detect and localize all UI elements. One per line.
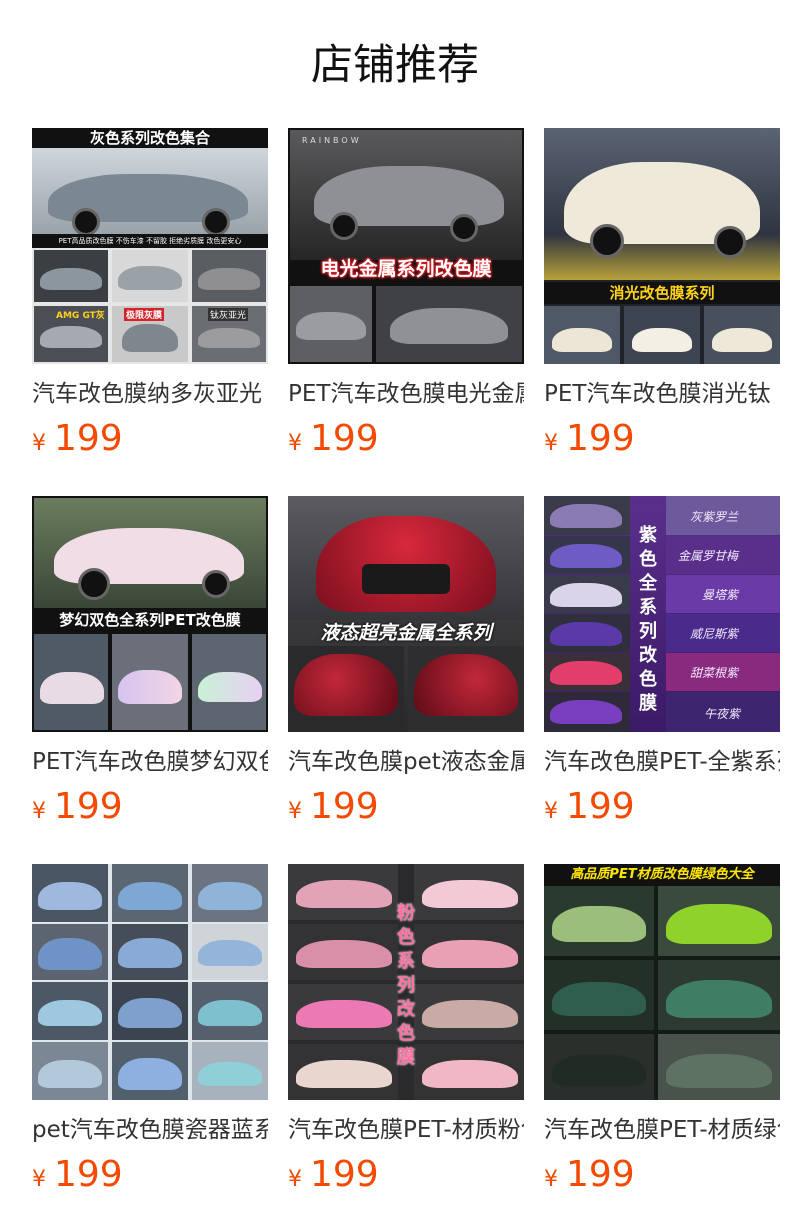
currency-symbol: ¥ (544, 1167, 558, 1192)
product-row: pet汽车改色膜瓷器蓝系列 ¥ 199 粉色 (32, 864, 780, 1232)
price-amount: 199 (310, 418, 379, 459)
product-image[interactable]: 消光改色膜系列 (544, 128, 780, 364)
swatch-label: 曼塔紫 (702, 588, 739, 602)
product-card[interactable]: 紫色全系列改色膜 灰紫罗兰 金属罗甘梅 曼塔紫 威尼斯紫 甜菜根紫 午夜紫 汽车… (544, 496, 780, 864)
image-banner: 高品质PET材质改色膜绿色大全 (544, 864, 780, 886)
image-banner: 电光金属系列改色膜 (320, 258, 492, 280)
product-name[interactable]: pet汽车改色膜瓷器蓝系列 (32, 1112, 268, 1148)
swatch-label: 威尼斯紫 (690, 627, 739, 641)
product-image[interactable] (32, 864, 268, 1100)
swatch-label: 午夜紫 (704, 707, 741, 721)
product-card[interactable]: pet汽车改色膜瓷器蓝系列 ¥ 199 (32, 864, 268, 1232)
product-card[interactable]: RAINBOW 电光金属系列改色膜 PET汽车改色膜电光金属 ¥ 199 (288, 128, 524, 496)
product-card[interactable]: 高品质PET材质改色膜绿色大全 汽车改色膜PET-材质绿色 ¥ 199 (544, 864, 780, 1232)
product-row: 灰色系列改色集合 PET高品质改色膜 不伤车漆 不留胶 拒绝劣质膜 改色更安心 … (32, 128, 780, 496)
product-name[interactable]: PET汽车改色膜消光钛 (544, 376, 780, 412)
product-name[interactable]: 汽车改色膜PET-全紫系列 (544, 744, 780, 780)
product-name[interactable]: 汽车改色膜PET-材质粉色 (288, 1112, 524, 1148)
product-price: ¥ 199 (544, 416, 780, 462)
product-card[interactable]: 消光改色膜系列 PET汽车改色膜消光钛 ¥ 199 (544, 128, 780, 496)
product-name[interactable]: 汽车改色膜pet液态金属 (288, 744, 524, 780)
product-row: 梦幻双色全系列PET改色膜 PET汽车改色膜梦幻双色 ¥ 199 液态超亮金属全… (32, 496, 780, 864)
product-image[interactable]: 粉色系列改色膜 (288, 864, 524, 1100)
product-name[interactable]: 汽车改色膜PET-材质绿色 (544, 1112, 780, 1148)
currency-symbol: ¥ (544, 431, 558, 456)
price-amount: 199 (566, 418, 635, 459)
product-name[interactable]: 汽车改色膜纳多灰亚光 (32, 376, 268, 412)
product-image[interactable]: RAINBOW 电光金属系列改色膜 (288, 128, 524, 364)
price-amount: 199 (566, 786, 635, 827)
product-price: ¥ 199 (288, 1152, 524, 1198)
image-banner: 梦幻双色全系列PET改色膜 (32, 608, 268, 632)
product-image[interactable]: 高品质PET材质改色膜绿色大全 (544, 864, 780, 1100)
price-amount: 199 (54, 786, 123, 827)
image-subtitle: PET高品质改色膜 不伤车漆 不留胶 拒绝劣质膜 改色更安心 (32, 234, 268, 248)
section-title: 店铺推荐 (310, 40, 479, 89)
price-amount: 199 (566, 1154, 635, 1195)
currency-symbol: ¥ (32, 799, 46, 824)
product-name[interactable]: PET汽车改色膜梦幻双色 (32, 744, 268, 780)
currency-symbol: ¥ (288, 1167, 302, 1192)
product-price: ¥ 199 (32, 1152, 268, 1198)
product-image[interactable]: 梦幻双色全系列PET改色膜 (32, 496, 268, 732)
price-amount: 199 (310, 1154, 379, 1195)
product-price: ¥ 199 (32, 416, 268, 462)
product-image[interactable]: 液态超亮金属全系列 (288, 496, 524, 732)
product-price: ¥ 199 (544, 1152, 780, 1198)
image-tag: 钛灰亚光 (208, 308, 249, 321)
image-vertical-text: 紫色全系列改色膜 (639, 525, 657, 714)
store-recommendations-page: 店铺推荐 灰色系列改色集合 PET高品质改色膜 不伤车漆 不留胶 拒绝劣质膜 改… (0, 0, 790, 1232)
swatch-label: 甜菜根紫 (690, 666, 739, 680)
currency-symbol: ¥ (32, 1167, 46, 1192)
product-grid: 灰色系列改色集合 PET高品质改色膜 不伤车漆 不留胶 拒绝劣质膜 改色更安心 … (32, 128, 780, 1232)
product-price: ¥ 199 (288, 784, 524, 830)
image-banner: 灰色系列改色集合 (32, 128, 268, 148)
product-name[interactable]: PET汽车改色膜电光金属 (288, 376, 524, 412)
price-amount: 199 (54, 1154, 123, 1195)
product-price: ¥ 199 (288, 416, 524, 462)
swatch-label: 金属罗甘梅 (678, 549, 739, 563)
product-card[interactable]: 梦幻双色全系列PET改色膜 PET汽车改色膜梦幻双色 ¥ 199 (32, 496, 268, 864)
swatch-label: 灰紫罗兰 (690, 510, 739, 524)
product-image[interactable]: 灰色系列改色集合 PET高品质改色膜 不伤车漆 不留胶 拒绝劣质膜 改色更安心 … (32, 128, 268, 364)
product-price: ¥ 199 (32, 784, 268, 830)
product-image[interactable]: 紫色全系列改色膜 灰紫罗兰 金属罗甘梅 曼塔紫 威尼斯紫 甜菜根紫 午夜紫 (544, 496, 780, 732)
currency-symbol: ¥ (32, 431, 46, 456)
image-banner: 液态超亮金属全系列 (320, 622, 492, 644)
product-card[interactable]: 液态超亮金属全系列 汽车改色膜pet液态金属 ¥ 199 (288, 496, 524, 864)
currency-symbol: ¥ (288, 431, 302, 456)
product-card[interactable]: 灰色系列改色集合 PET高品质改色膜 不伤车漆 不留胶 拒绝劣质膜 改色更安心 … (32, 128, 268, 496)
currency-symbol: ¥ (288, 799, 302, 824)
product-price: ¥ 199 (544, 784, 780, 830)
image-tag: 极限灰膜 (124, 308, 165, 321)
image-brand: RAINBOW (302, 136, 362, 145)
currency-symbol: ¥ (544, 799, 558, 824)
image-tag: AMG GT灰 (56, 311, 105, 321)
price-amount: 199 (54, 418, 123, 459)
product-card[interactable]: 粉色系列改色膜 汽车改色膜PET-材质粉色 ¥ 199 (288, 864, 524, 1232)
price-amount: 199 (310, 786, 379, 827)
image-vertical-text: 粉色系列改色膜 (397, 903, 415, 1068)
image-banner: 消光改色膜系列 (544, 282, 780, 304)
